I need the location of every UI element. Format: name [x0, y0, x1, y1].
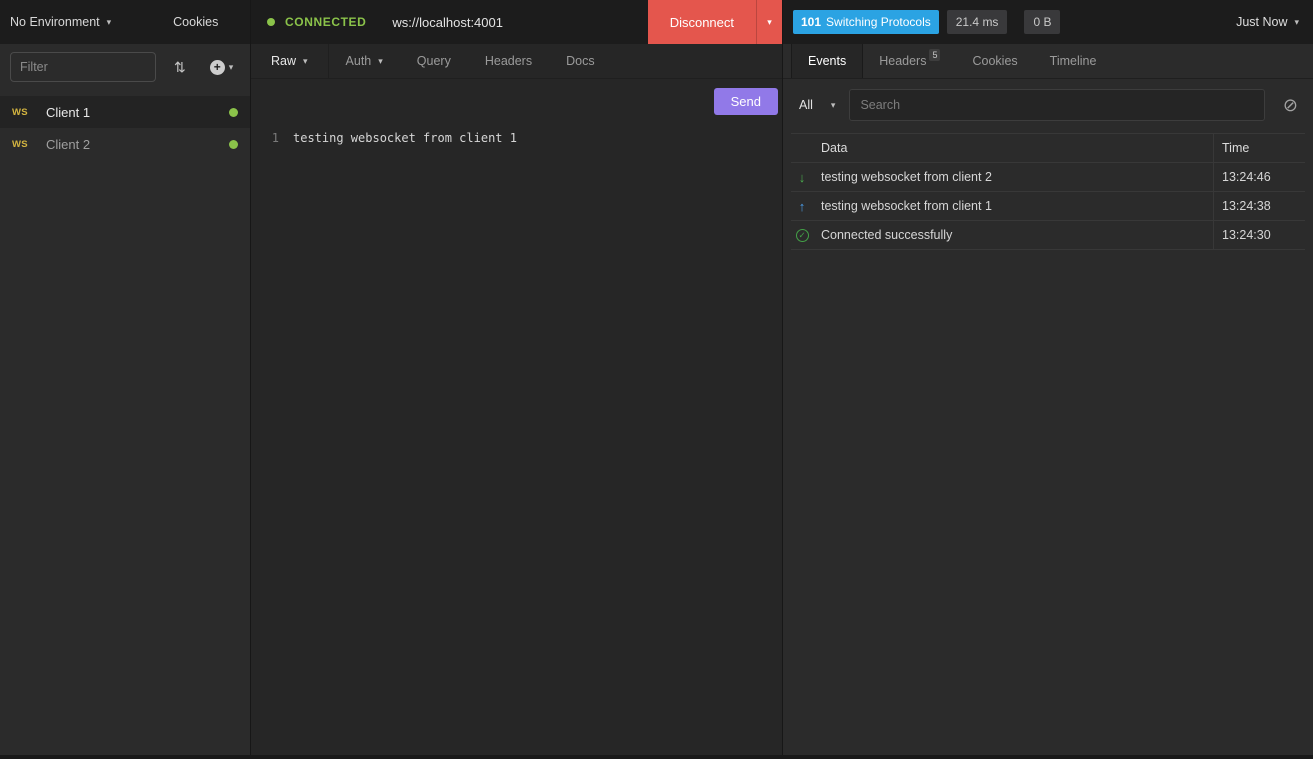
sort-icon[interactable]: ⇅	[174, 59, 186, 76]
disconnect-button[interactable]: Disconnect ▾	[648, 0, 782, 44]
tab-events-label: Events	[808, 54, 846, 68]
environment-selector[interactable]: No Environment ▾	[0, 15, 121, 29]
chevron-down-icon: ▾	[229, 62, 234, 73]
updated-time-selector[interactable]: Just Now ▾	[1236, 15, 1303, 29]
tab-headers[interactable]: Headers	[468, 44, 549, 78]
type-column	[791, 134, 813, 162]
column-header-data: Data	[813, 134, 1213, 162]
response-size-badge: 0 B	[1024, 10, 1060, 34]
connected-check-icon: ✓	[796, 229, 809, 242]
request-panel: CONNECTED ws://localhost:4001 Disconnect…	[251, 0, 783, 759]
request-tabs: Raw ▾ Auth ▾ Query Headers Docs	[251, 44, 782, 79]
tab-raw[interactable]: Raw ▾	[251, 44, 329, 78]
tab-query-label: Query	[417, 54, 451, 68]
event-data: testing websocket from client 2	[813, 163, 1213, 191]
event-time: 13:24:38	[1213, 192, 1305, 220]
tab-response-headers[interactable]: Headers 5	[863, 44, 956, 78]
tab-events[interactable]: Events	[791, 44, 863, 78]
tab-auth[interactable]: Auth ▾	[329, 44, 400, 78]
status-code: 101	[801, 15, 821, 29]
event-data: testing websocket from client 1	[813, 192, 1213, 220]
tab-cookies-label: Cookies	[972, 54, 1017, 68]
request-topbar: CONNECTED ws://localhost:4001 Disconnect…	[251, 0, 782, 44]
message-received-icon: ↓	[791, 163, 813, 191]
websocket-url[interactable]: ws://localhost:4001	[392, 15, 503, 30]
disconnect-options-button[interactable]: ▾	[756, 0, 782, 44]
response-topbar: 101 Switching Protocols 21.4 ms 0 B Just…	[783, 0, 1313, 44]
line-number: 1	[251, 129, 293, 147]
send-row: Send	[251, 79, 782, 119]
chevron-down-icon: ▾	[107, 17, 112, 28]
headers-count-badge: 5	[929, 49, 940, 61]
chevron-down-icon: ▾	[303, 56, 308, 67]
chevron-down-icon: ▾	[378, 56, 383, 67]
sidebar-item-client-2[interactable]: WS Client 2	[0, 128, 250, 160]
sidebar-topbar: No Environment ▾ Cookies	[0, 0, 250, 44]
tab-docs[interactable]: Docs	[549, 44, 611, 78]
chevron-down-icon: ▾	[1294, 17, 1299, 28]
ws-type-label: WS	[12, 107, 38, 118]
tab-query[interactable]: Query	[400, 44, 468, 78]
event-type-filter[interactable]: All ▾	[795, 98, 839, 112]
bottom-border	[0, 755, 1313, 759]
sidebar-item-client-1[interactable]: WS Client 1	[0, 96, 250, 128]
type-cell: ✓	[791, 221, 813, 249]
connection-dot-icon	[267, 18, 275, 26]
event-row[interactable]: ↑ testing websocket from client 1 13:24:…	[791, 192, 1305, 221]
event-data: Connected successfully	[813, 221, 1213, 249]
client-name: Client 2	[46, 137, 90, 152]
connection-status-label: CONNECTED	[285, 15, 366, 29]
filter-input[interactable]	[10, 52, 156, 82]
message-body-text: testing websocket from client 1	[293, 129, 517, 147]
tab-auth-label: Auth	[346, 54, 372, 68]
websocket-client-window: No Environment ▾ Cookies ⇅ + ▾ WS Client…	[0, 0, 1313, 759]
message-sent-icon: ↑	[791, 192, 813, 220]
clear-events-icon[interactable]: ⊘	[1283, 96, 1298, 114]
response-tabs: Events Headers 5 Cookies Timeline	[783, 44, 1313, 79]
events-filter-bar: All ▾ ⊘	[783, 79, 1313, 133]
environment-label: No Environment	[10, 15, 100, 29]
connected-status-dot	[229, 108, 238, 117]
events-table-header: Data Time	[791, 134, 1305, 163]
tab-raw-label: Raw	[271, 54, 296, 68]
send-button[interactable]: Send	[714, 88, 778, 115]
ws-type-label: WS	[12, 139, 38, 150]
cookies-button[interactable]: Cookies	[173, 15, 218, 29]
request-list: WS Client 1 WS Client 2	[0, 96, 250, 160]
status-code-badge: 101 Switching Protocols	[793, 10, 939, 34]
client-name: Client 1	[46, 105, 90, 120]
message-editor[interactable]: 1 testing websocket from client 1	[251, 119, 782, 759]
event-time: 13:24:46	[1213, 163, 1305, 191]
tab-headers-label: Headers	[485, 54, 532, 68]
events-search-input[interactable]	[849, 89, 1264, 121]
event-row[interactable]: ✓ Connected successfully 13:24:30	[791, 221, 1305, 250]
sidebar: No Environment ▾ Cookies ⇅ + ▾ WS Client…	[0, 0, 251, 759]
event-time: 13:24:30	[1213, 221, 1305, 249]
response-panel: 101 Switching Protocols 21.4 ms 0 B Just…	[783, 0, 1313, 759]
updated-time-label: Just Now	[1236, 15, 1287, 29]
tab-timeline[interactable]: Timeline	[1034, 44, 1113, 78]
add-request-button[interactable]: + ▾	[210, 60, 234, 75]
disconnect-label: Disconnect	[648, 0, 756, 44]
event-type-selected: All	[799, 98, 813, 112]
events-table: Data Time ↓ testing websocket from clien…	[791, 133, 1305, 250]
tab-cookies[interactable]: Cookies	[956, 44, 1033, 78]
tab-timeline-label: Timeline	[1050, 54, 1097, 68]
plus-icon: +	[210, 60, 225, 75]
tab-response-headers-label: Headers	[879, 54, 926, 68]
column-header-time: Time	[1213, 134, 1305, 162]
chevron-down-icon: ▾	[767, 17, 772, 28]
connected-status-dot	[229, 140, 238, 149]
editor-line: 1 testing websocket from client 1	[251, 129, 782, 147]
response-time-badge: 21.4 ms	[947, 10, 1008, 34]
event-row[interactable]: ↓ testing websocket from client 2 13:24:…	[791, 163, 1305, 192]
status-text: Switching Protocols	[826, 15, 931, 29]
sidebar-toolbar: ⇅ + ▾	[0, 44, 250, 90]
chevron-down-icon: ▾	[831, 100, 836, 111]
tab-docs-label: Docs	[566, 54, 594, 68]
